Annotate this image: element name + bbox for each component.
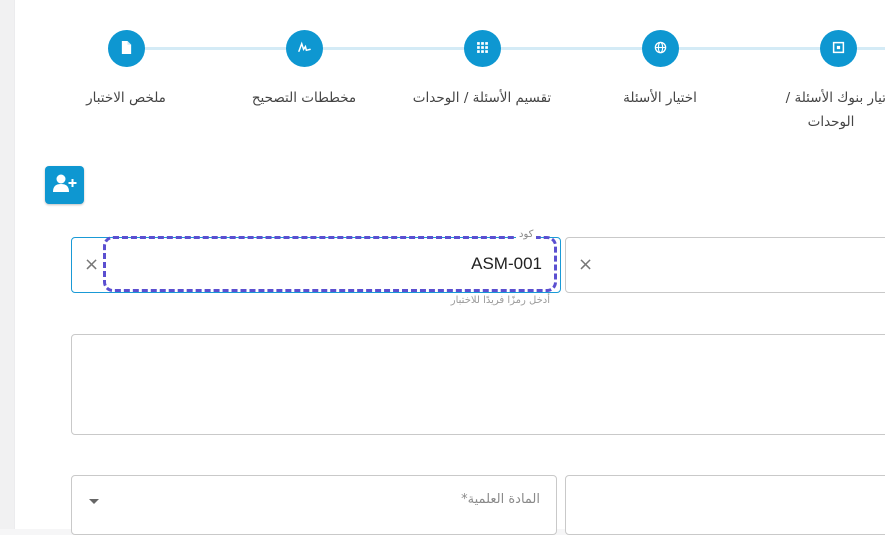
step-grading-button[interactable] xyxy=(286,30,323,67)
step-division-button[interactable] xyxy=(464,30,501,67)
code-helper-text: أدخل رمزًا فريدًا للاختبار xyxy=(450,295,550,306)
step-questions-label: اختيار الأسئلة xyxy=(623,90,697,106)
name-field[interactable] xyxy=(565,237,885,293)
stepper-track xyxy=(126,47,885,50)
secondary-select[interactable] xyxy=(565,475,885,535)
document-icon xyxy=(120,39,133,58)
left-gutter xyxy=(0,0,15,529)
step-summary-label: ملخص الاختبار xyxy=(86,90,166,106)
step-banks-label: تيار بنوك الأسئلة / الوحدات xyxy=(776,86,885,134)
step-banks-label-line1: تيار بنوك الأسئلة / xyxy=(785,90,885,106)
description-textarea[interactable] xyxy=(71,334,885,435)
chevron-down-icon[interactable] xyxy=(89,499,99,504)
add-user-button[interactable] xyxy=(45,166,84,204)
step-division-label: تقسيم الأسئلة / الوحدات xyxy=(412,90,552,106)
step-banks-label-line2: الوحدات xyxy=(807,114,855,130)
step-summary-button[interactable] xyxy=(108,30,145,67)
name-clear-icon[interactable]: × xyxy=(578,256,593,274)
signature-icon xyxy=(298,39,311,58)
code-input-value[interactable]: ASM-001 xyxy=(471,254,542,274)
step-questions-button[interactable] xyxy=(642,30,679,67)
subject-select-placeholder: المادة العلمية* xyxy=(461,492,540,507)
step-grading-label: مخططات التصحيح xyxy=(251,90,357,106)
globe-icon xyxy=(654,39,667,58)
step-banks-button[interactable] xyxy=(820,30,857,67)
code-clear-icon[interactable]: × xyxy=(84,256,99,274)
grid-icon xyxy=(476,39,489,58)
square-icon xyxy=(832,39,845,58)
code-field-label: كود xyxy=(516,229,537,240)
add-user-icon xyxy=(52,173,78,197)
